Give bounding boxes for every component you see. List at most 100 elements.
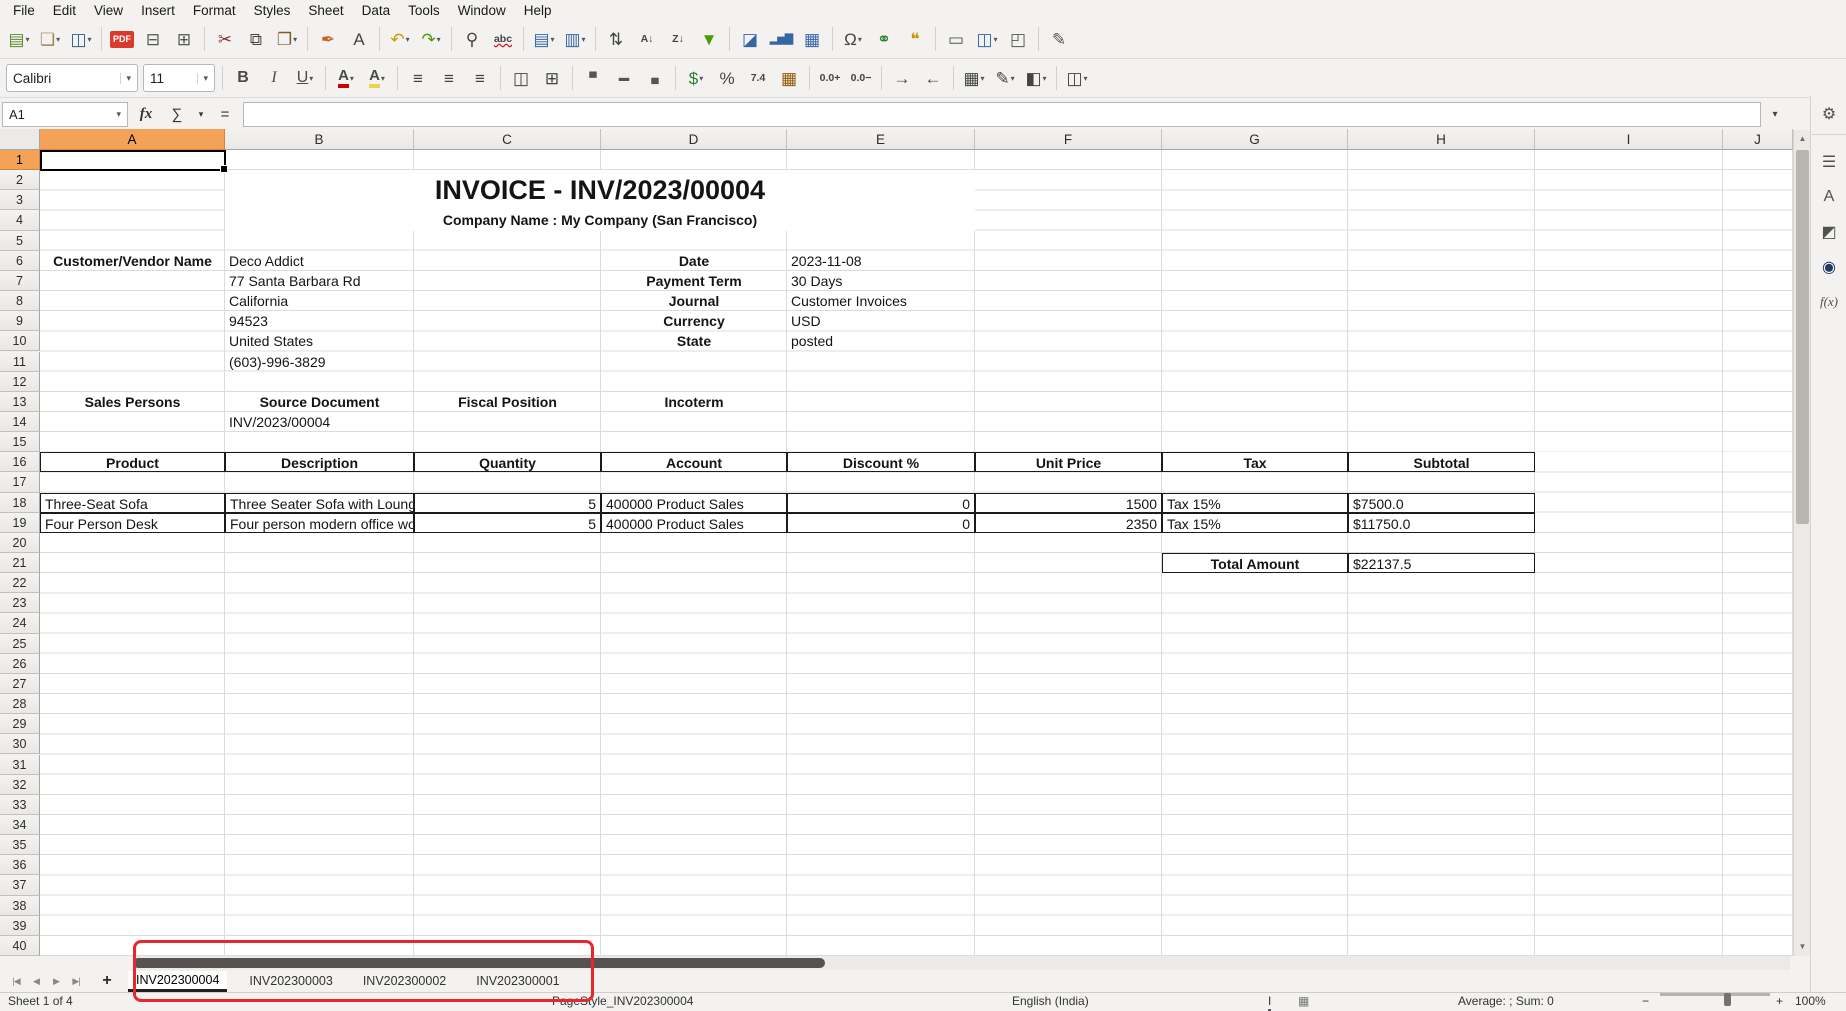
vertical-scrollbar-thumb[interactable] [1796, 150, 1809, 524]
cell-E18[interactable]: 0 [787, 493, 975, 513]
add-decimal-place-button[interactable]: 0.0+ [815, 64, 845, 92]
functions-button[interactable]: f(x) [1815, 288, 1843, 316]
cell-E19[interactable]: 0 [787, 513, 975, 533]
cell-D6[interactable]: Date [601, 251, 787, 271]
conditional-formatting-dropdown-arrow[interactable]: ▾ [1084, 74, 1088, 83]
cell-C18[interactable]: 5 [414, 493, 601, 513]
cell-E10[interactable]: posted [787, 331, 975, 351]
insert-column-button[interactable]: ▥▾ [560, 25, 590, 53]
cell-G18[interactable]: Tax 15% [1162, 493, 1348, 513]
bold-button[interactable]: B [228, 64, 258, 92]
cell-A16[interactable]: Product [40, 452, 225, 472]
cell-F18[interactable]: 1500 [975, 493, 1162, 513]
row-header-12[interactable]: 12 [0, 372, 40, 392]
sum-button[interactable]: ∑ [164, 106, 190, 123]
selection-mode-icon[interactable]: I [1268, 993, 1271, 1011]
row-header-36[interactable]: 36 [0, 855, 40, 875]
first-sheet-button[interactable]: |◀ [6, 972, 26, 990]
cell-D10[interactable]: State [601, 331, 787, 351]
menu-file[interactable]: File [4, 2, 44, 19]
menu-help[interactable]: Help [515, 2, 561, 19]
row-header-35[interactable]: 35 [0, 835, 40, 855]
insert-row-button[interactable]: ▤▾ [529, 25, 559, 53]
redo-dropdown-arrow[interactable]: ▾ [437, 35, 441, 44]
font-color-dropdown-arrow[interactable]: ▾ [350, 74, 354, 83]
cell-D19[interactable]: 400000 Product Sales [601, 513, 787, 533]
format-date-button[interactable]: ▦ [774, 64, 804, 92]
menu-window[interactable]: Window [449, 2, 515, 19]
zoom-out-button[interactable]: − [1642, 993, 1649, 1009]
row-header-32[interactable]: 32 [0, 775, 40, 795]
save-button[interactable]: ◫▾ [66, 25, 96, 53]
paste-button[interactable]: ❐▾ [272, 25, 302, 53]
sheet-tab-INV202300004[interactable]: INV202300004 [128, 971, 227, 992]
save-dropdown-arrow[interactable]: ▾ [88, 35, 92, 44]
cells-area[interactable]: INVOICE - INV/2023/00004Company Name : M… [40, 150, 1793, 956]
column-header-H[interactable]: H [1348, 129, 1535, 150]
menu-insert[interactable]: Insert [132, 2, 184, 19]
previous-sheet-button[interactable]: ◀ [26, 972, 46, 990]
row-header-8[interactable]: 8 [0, 291, 40, 311]
cell-cursor-A1[interactable] [40, 150, 226, 171]
align-bottom-button[interactable]: ▄ [640, 64, 670, 92]
cell-E8[interactable]: Customer Invoices [787, 291, 975, 311]
formula-input[interactable] [243, 102, 1761, 127]
cell-G16[interactable]: Tax [1162, 452, 1348, 472]
row-header-19[interactable]: 19 [0, 513, 40, 533]
column-header-E[interactable]: E [787, 129, 975, 150]
name-box-dropdown-arrow[interactable]: ▾ [111, 109, 121, 120]
sort-button[interactable]: ⇅ [601, 25, 631, 53]
special-character-dropdown-arrow[interactable]: ▾ [858, 35, 862, 44]
row-header-2[interactable]: 2 [0, 170, 40, 190]
row-header-22[interactable]: 22 [0, 573, 40, 593]
row-header-31[interactable]: 31 [0, 755, 40, 775]
merge-and-center-button[interactable]: ◫ [506, 64, 536, 92]
cell-C13[interactable]: Fiscal Position [414, 392, 601, 412]
border-style-dropdown-arrow[interactable]: ▾ [1011, 74, 1015, 83]
font-name-combo[interactable]: Calibri▾ [6, 64, 138, 92]
row-header-30[interactable]: 30 [0, 734, 40, 754]
background-color-button[interactable]: ◧▾ [1021, 64, 1051, 92]
add-sheet-button[interactable]: + [94, 972, 120, 990]
properties-button[interactable]: ☰ [1815, 148, 1843, 176]
menu-tools[interactable]: Tools [399, 2, 449, 19]
headers-and-footers-button[interactable]: ▭ [941, 25, 971, 53]
cell-C19[interactable]: 5 [414, 513, 601, 533]
menu-sheet[interactable]: Sheet [299, 2, 352, 19]
row-header-24[interactable]: 24 [0, 613, 40, 633]
cell-H16[interactable]: Subtotal [1348, 452, 1535, 472]
new-document-dropdown-arrow[interactable]: ▾ [26, 35, 30, 44]
sheet-tab-INV202300003[interactable]: INV202300003 [241, 972, 340, 990]
row-header-37[interactable]: 37 [0, 875, 40, 895]
font-size-combo[interactable]: 11▾ [143, 64, 215, 92]
row-header-21[interactable]: 21 [0, 553, 40, 573]
row-header-29[interactable]: 29 [0, 714, 40, 734]
cell-A18[interactable]: Three-Seat Sofa [40, 493, 225, 513]
row-header-27[interactable]: 27 [0, 674, 40, 694]
select-all-corner[interactable] [0, 129, 40, 150]
row-header-10[interactable]: 10 [0, 331, 40, 351]
sheet-tab-INV202300001[interactable]: INV202300001 [468, 972, 567, 990]
row-header-6[interactable]: 6 [0, 251, 40, 271]
last-sheet-button[interactable]: ▶| [66, 972, 86, 990]
align-center-button[interactable]: ≡ [434, 64, 464, 92]
cell-A6[interactable]: Customer/Vendor Name [40, 251, 225, 271]
cell-D7[interactable]: Payment Term [601, 271, 787, 291]
undo-dropdown-arrow[interactable]: ▾ [406, 35, 410, 44]
row-header-23[interactable]: 23 [0, 593, 40, 613]
horizontal-scrollbar[interactable] [133, 956, 1790, 970]
background-color-dropdown-arrow[interactable]: ▾ [1043, 74, 1047, 83]
freeze-rows-columns-button[interactable]: ◫▾ [972, 25, 1002, 53]
cell-G21[interactable]: Total Amount [1162, 553, 1348, 573]
menu-data[interactable]: Data [353, 2, 400, 19]
font-color-button[interactable]: A▾ [331, 64, 361, 92]
border-style-button[interactable]: ✎▾ [990, 64, 1020, 92]
menu-edit[interactable]: Edit [44, 2, 85, 19]
highlighting-color-dropdown-arrow[interactable]: ▾ [381, 74, 385, 83]
row-header-14[interactable]: 14 [0, 412, 40, 432]
sidebar-settings-button[interactable]: ⚙ [1812, 100, 1846, 135]
cell-D9[interactable]: Currency [601, 311, 787, 331]
sheet-tab-INV202300002[interactable]: INV202300002 [355, 972, 454, 990]
autofilter-button[interactable]: ▼ [694, 25, 724, 53]
zoom-slider[interactable] [1660, 993, 1770, 996]
